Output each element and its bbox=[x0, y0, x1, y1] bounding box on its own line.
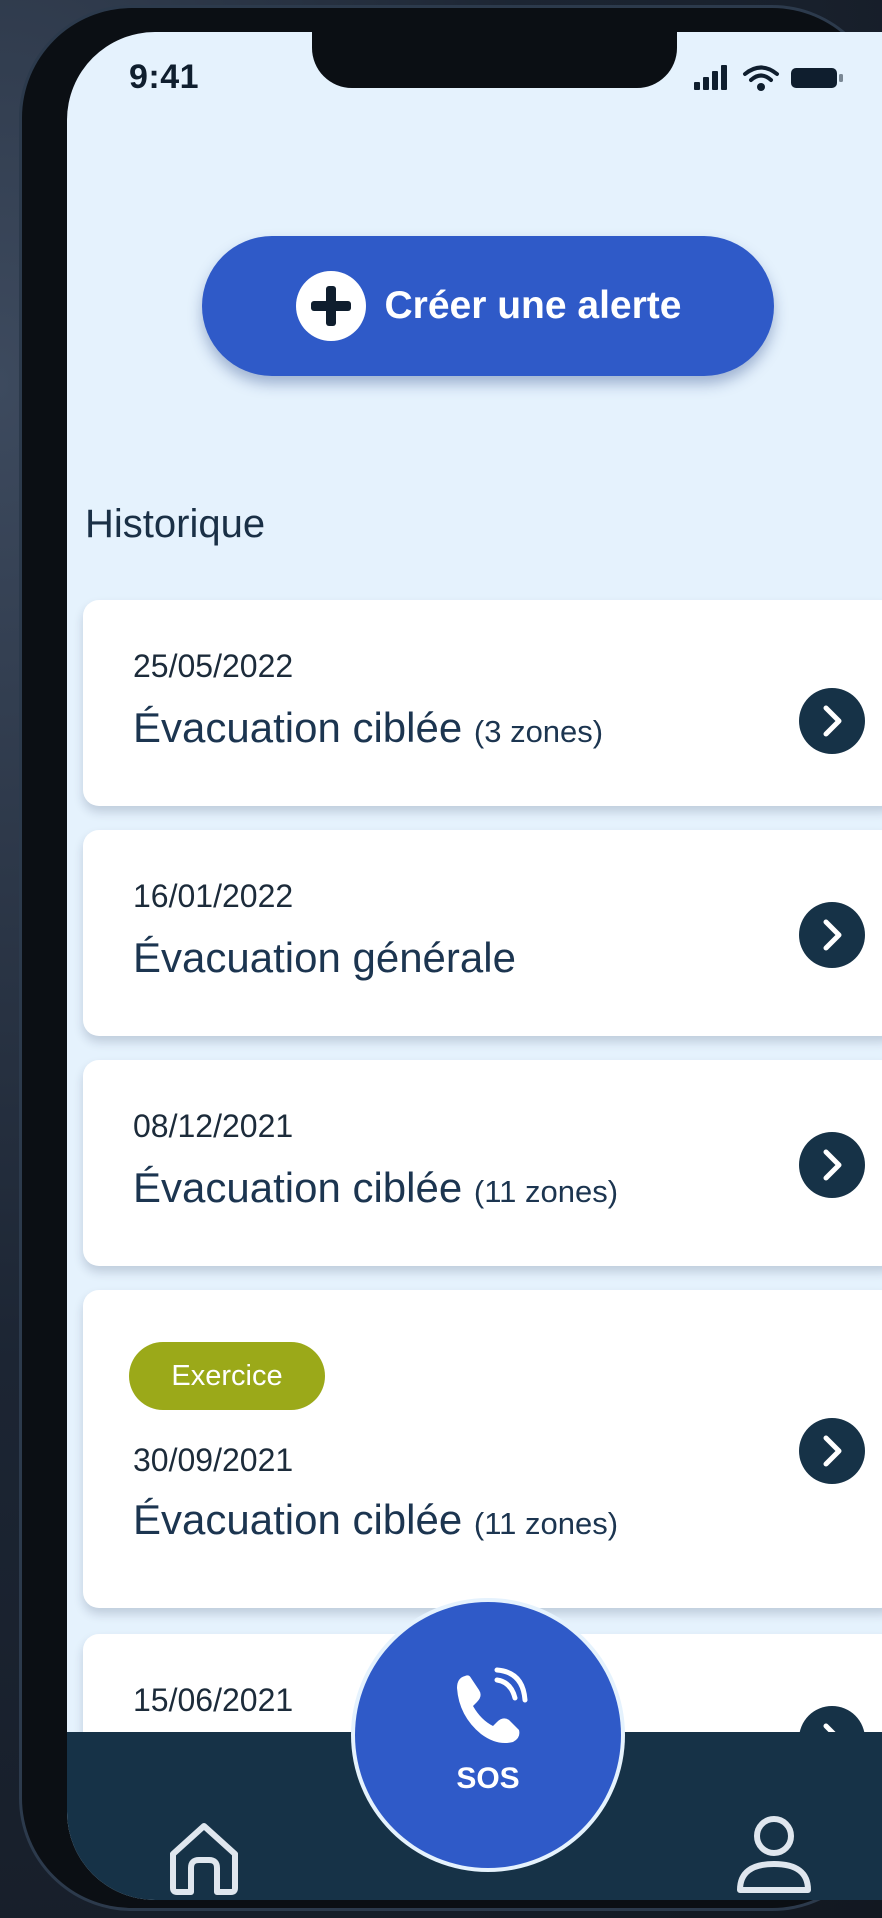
chevron-right-icon[interactable] bbox=[799, 1132, 865, 1198]
history-zones: (11 zones) bbox=[473, 1174, 619, 1209]
signal-icon bbox=[694, 65, 727, 90]
history-card[interactable]: 08/12/2021 Évacuation ciblée (11 zones) bbox=[83, 1060, 882, 1266]
chevron-right-icon[interactable] bbox=[799, 1418, 865, 1484]
history-zones: (11 zones) bbox=[473, 1506, 619, 1541]
create-alert-label: Créer une alerte bbox=[384, 284, 682, 327]
exercise-badge: Exercice bbox=[129, 1342, 325, 1410]
history-title-text: Évacuation ciblée (11 zones) bbox=[133, 1164, 618, 1212]
history-title-text: Évacuation ciblée (3 zones) bbox=[133, 704, 603, 752]
history-zones: (3 zones) bbox=[473, 714, 604, 749]
create-alert-button[interactable]: Créer une alerte bbox=[202, 236, 774, 376]
status-time: 9:41 bbox=[129, 58, 200, 96]
history-card[interactable]: 25/05/2022 Évacuation ciblée (3 zones) bbox=[83, 600, 882, 806]
history-card[interactable]: Exercice 30/09/2021 Évacuation ciblée (1… bbox=[83, 1290, 882, 1608]
history-type: Évacuation ciblée bbox=[133, 704, 463, 751]
history-date: 16/01/2022 bbox=[133, 878, 294, 914]
history-date: 15/06/2021 bbox=[133, 1682, 294, 1718]
phone-frame: 9:41 Créer une alerte Historique 25/05/2… bbox=[22, 8, 882, 1908]
user-icon[interactable] bbox=[732, 1812, 816, 1896]
history-type: Évacuation ciblée bbox=[133, 1164, 463, 1211]
sos-label: SOS bbox=[456, 1762, 520, 1795]
history-title: Historique bbox=[85, 502, 266, 546]
history-date: 08/12/2021 bbox=[133, 1108, 294, 1144]
home-icon[interactable] bbox=[165, 1818, 243, 1896]
status-icons bbox=[692, 58, 844, 98]
history-title-text: Évacuation ciblée (11 zones) bbox=[133, 1496, 618, 1544]
history-type: Évacuation générale bbox=[133, 934, 516, 981]
sos-button[interactable]: SOS bbox=[355, 1602, 621, 1868]
battery-icon bbox=[791, 68, 843, 88]
history-type: Évacuation ciblée bbox=[133, 1496, 463, 1543]
history-title-text: Évacuation générale bbox=[133, 934, 516, 982]
plus-circle-icon bbox=[295, 271, 366, 341]
wifi-icon bbox=[743, 65, 779, 91]
notch bbox=[312, 32, 677, 88]
phone-call-icon bbox=[457, 1667, 528, 1743]
chevron-right-icon[interactable] bbox=[799, 902, 865, 968]
chevron-right-icon[interactable] bbox=[799, 688, 865, 754]
history-date: 30/09/2021 bbox=[133, 1442, 294, 1478]
app-screen: 9:41 Créer une alerte Historique 25/05/2… bbox=[67, 32, 882, 1900]
history-date: 25/05/2022 bbox=[133, 648, 294, 684]
history-card[interactable]: 16/01/2022 Évacuation générale bbox=[83, 830, 882, 1036]
